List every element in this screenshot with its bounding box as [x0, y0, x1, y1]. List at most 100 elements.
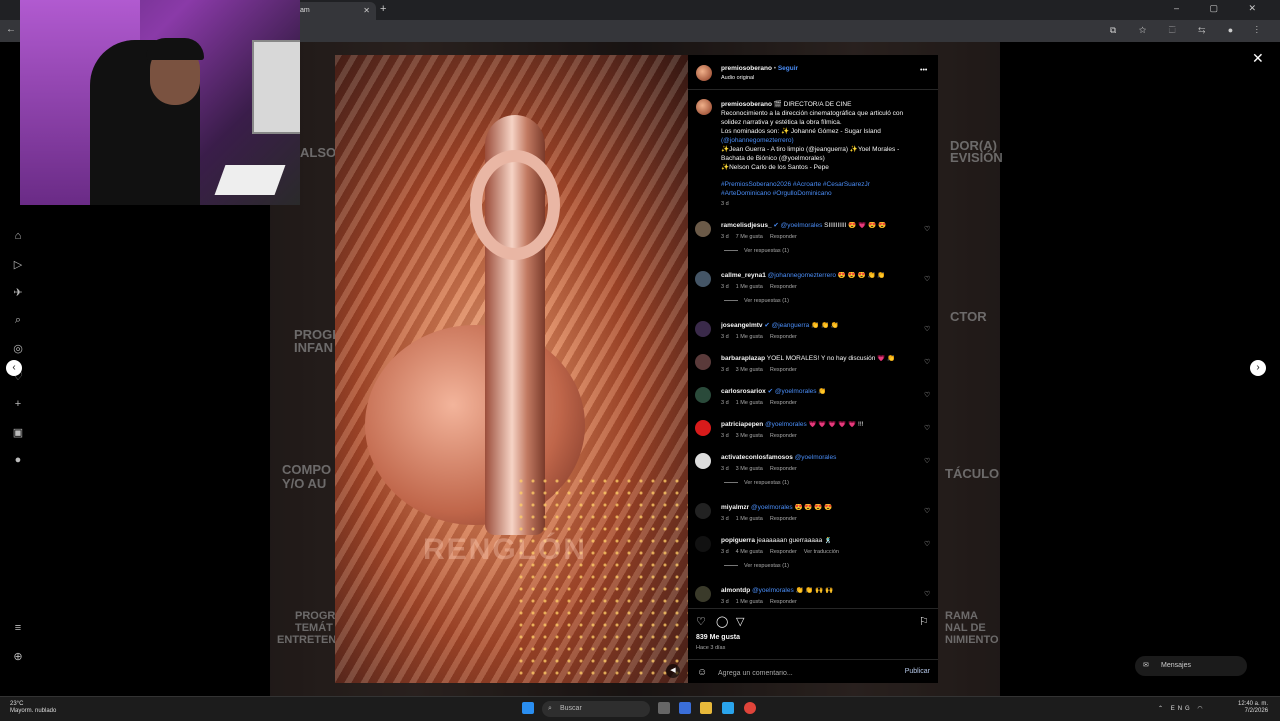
- commenter-username[interactable]: callme_reyna1: [721, 272, 766, 279]
- mute-icon[interactable]: ◀: [666, 664, 680, 678]
- comment-mention[interactable]: @yoelmorales: [765, 421, 807, 428]
- more-options-icon[interactable]: •••: [920, 67, 927, 74]
- comment-like-icon[interactable]: ♡: [924, 391, 930, 399]
- post-media[interactable]: RENGLÓN ◀: [335, 55, 688, 683]
- reply-button[interactable]: Responder: [770, 516, 797, 522]
- commenter-username[interactable]: carlosrosariox: [721, 388, 766, 395]
- back-arrow-icon[interactable]: ←: [6, 24, 16, 35]
- commenter-username[interactable]: barbaraplazap: [721, 355, 765, 362]
- commenter-username[interactable]: joseangelmtv: [721, 322, 763, 329]
- comment-likes[interactable]: 1 Me gusta: [736, 334, 763, 340]
- commenter-avatar[interactable]: [695, 503, 711, 519]
- reply-button[interactable]: Responder: [770, 234, 797, 240]
- commenter-username[interactable]: popiguerra: [721, 537, 755, 544]
- close-icon[interactable]: ✕: [1252, 50, 1264, 67]
- caption-hashtags[interactable]: #ArteDominicano #OrgulloDominicano: [721, 189, 926, 198]
- commenter-avatar[interactable]: [695, 586, 711, 602]
- comment-likes[interactable]: 1 Me gusta: [736, 400, 763, 406]
- comment-like-icon[interactable]: ♡: [924, 457, 930, 465]
- comment-mention[interactable]: @yoelmorales: [751, 504, 793, 511]
- window-controls[interactable]: – ▢ ✕: [1174, 3, 1270, 14]
- reply-button[interactable]: Responder: [770, 334, 797, 340]
- direct-icon[interactable]: ✈: [8, 286, 28, 314]
- toolbar-icons[interactable]: ⧉ ☆ ⬚ ⇆ ● ⋮: [1110, 25, 1268, 36]
- file-explorer-icon[interactable]: [700, 702, 712, 714]
- commenter-username[interactable]: activateconlosfamosos: [721, 454, 793, 461]
- comment-like-icon[interactable]: ♡: [924, 275, 930, 283]
- translate-button[interactable]: Ver traducción: [804, 549, 839, 555]
- author-username[interactable]: premiosoberano: [721, 65, 772, 72]
- like-heart-icon[interactable]: ♡: [696, 615, 706, 628]
- taskbar-clock[interactable]: 12:40 a. m. 7/2/2026: [1238, 701, 1268, 715]
- comment-likes[interactable]: 1 Me gusta: [736, 516, 763, 522]
- comment-likes[interactable]: 3 Me gusta: [736, 367, 763, 373]
- weather-widget[interactable]: 23°C Mayorm. nublado: [10, 701, 56, 715]
- threads-icon[interactable]: ⊕: [8, 650, 28, 678]
- commenter-username[interactable]: ramcelisdjesus_: [721, 222, 772, 229]
- reply-button[interactable]: Responder: [770, 549, 797, 555]
- close-tab-icon[interactable]: ✕: [363, 2, 370, 20]
- chrome-icon[interactable]: [744, 702, 756, 714]
- caption-username[interactable]: premiosoberano: [721, 101, 772, 108]
- commenter-avatar[interactable]: [695, 321, 711, 337]
- comment-like-icon[interactable]: ♡: [924, 424, 930, 432]
- create-icon[interactable]: +: [8, 398, 28, 426]
- comment-likes[interactable]: 3 Me gusta: [736, 433, 763, 439]
- reply-button[interactable]: Responder: [770, 284, 797, 290]
- share-icon[interactable]: ▽: [736, 615, 744, 628]
- view-replies-link[interactable]: Ver respuestas (1): [724, 480, 789, 486]
- comment-like-icon[interactable]: ♡: [924, 325, 930, 333]
- browser-tab[interactable]: am ✕: [290, 2, 376, 20]
- comment-mention[interactable]: @yoelmorales: [775, 388, 817, 395]
- comment-likes[interactable]: 1 Me gusta: [736, 599, 763, 605]
- commenter-username[interactable]: almontdp: [721, 587, 750, 594]
- view-replies-link[interactable]: Ver respuestas (1): [724, 298, 789, 304]
- author-avatar[interactable]: [696, 65, 712, 81]
- comment-mention[interactable]: @yoelmorales: [781, 222, 823, 229]
- reply-button[interactable]: Responder: [770, 466, 797, 472]
- comment-input[interactable]: [716, 665, 900, 681]
- follow-button[interactable]: Seguir: [778, 65, 798, 72]
- commenter-avatar[interactable]: [695, 453, 711, 469]
- comment-mention[interactable]: @yoelmorales: [795, 454, 837, 461]
- menu-icon[interactable]: ≡: [8, 622, 28, 650]
- home-icon[interactable]: ⌂: [8, 230, 28, 258]
- next-post-button[interactable]: ›: [1250, 360, 1266, 376]
- start-icon[interactable]: [522, 702, 534, 714]
- reply-button[interactable]: Responder: [770, 367, 797, 373]
- reply-button[interactable]: Responder: [770, 599, 797, 605]
- comment-mention[interactable]: @jeanguerra: [772, 322, 810, 329]
- messages-pill[interactable]: ✉ Mensajes: [1135, 656, 1247, 676]
- copilot-icon[interactable]: [679, 702, 691, 714]
- task-view-icon[interactable]: [658, 702, 670, 714]
- like-count[interactable]: 839 Me gusta: [696, 634, 740, 641]
- publish-button[interactable]: Publicar: [905, 668, 930, 675]
- caption-hashtags[interactable]: #PremiosSoberano2026 #Acroarte #CesarSua…: [721, 180, 926, 189]
- reply-button[interactable]: Responder: [770, 400, 797, 406]
- taskbar-search[interactable]: ⌕ Buscar: [542, 701, 650, 717]
- profile-icon[interactable]: ●: [8, 454, 28, 482]
- prev-post-button[interactable]: ‹: [6, 360, 22, 376]
- view-replies-link[interactable]: Ver respuestas (1): [724, 248, 789, 254]
- commenter-avatar[interactable]: [695, 271, 711, 287]
- comment-mention[interactable]: @yoelmorales: [752, 587, 794, 594]
- commenter-username[interactable]: miyalmzr: [721, 504, 749, 511]
- caption-avatar[interactable]: [696, 99, 712, 115]
- emoji-icon[interactable]: ☺: [697, 667, 707, 678]
- comment-mention[interactable]: @johannegomezterrero: [768, 272, 836, 279]
- system-tray[interactable]: ⌃ ENG ◠: [1158, 705, 1206, 712]
- comment-likes[interactable]: 7 Me gusta: [736, 234, 763, 240]
- comment-like-icon[interactable]: ♡: [924, 590, 930, 598]
- comment-likes[interactable]: 3 Me gusta: [736, 466, 763, 472]
- audio-label[interactable]: Audio original: [721, 75, 754, 81]
- comment-like-icon[interactable]: ♡: [924, 358, 930, 366]
- view-replies-link[interactable]: Ver respuestas (1): [724, 563, 789, 569]
- comment-like-icon[interactable]: ♡: [924, 507, 930, 515]
- comment-like-icon[interactable]: ♡: [924, 540, 930, 548]
- commenter-username[interactable]: patriciapepen: [721, 421, 763, 428]
- edge-icon[interactable]: [722, 702, 734, 714]
- comment-likes[interactable]: 4 Me gusta: [736, 549, 763, 555]
- comment-bubble-icon[interactable]: ◯: [716, 615, 728, 628]
- commenter-avatar[interactable]: [695, 420, 711, 436]
- reply-button[interactable]: Responder: [770, 433, 797, 439]
